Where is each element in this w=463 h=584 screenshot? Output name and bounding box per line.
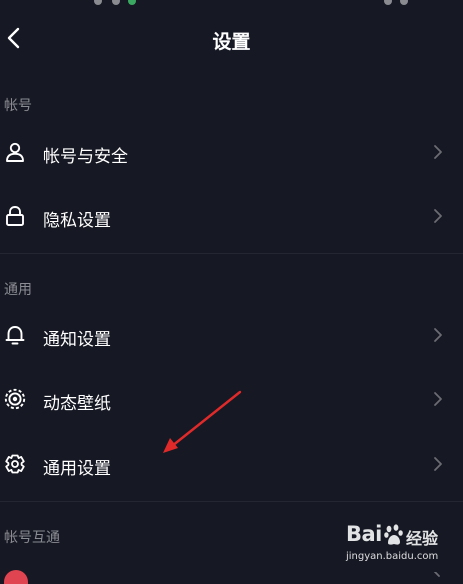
status-icon xyxy=(112,0,120,5)
row-account-security[interactable]: 帐号与安全 xyxy=(0,123,463,181)
watermark-logo: Bai 经验 jingyan.baidu.com xyxy=(344,522,454,568)
chevron-right-icon xyxy=(434,392,442,406)
divider xyxy=(0,501,463,502)
paw-icon xyxy=(384,524,403,545)
row-live-wallpaper[interactable]: 动态壁纸 xyxy=(0,370,463,428)
chevron-right-icon xyxy=(434,209,442,223)
section-title-account: 帐号 xyxy=(4,98,32,114)
gear-icon xyxy=(5,454,25,474)
row-general-settings[interactable]: 通用设置 xyxy=(0,435,463,493)
row-label: 隐私设置 xyxy=(43,211,111,231)
app-icon[interactable] xyxy=(4,570,28,584)
chevron-right-icon xyxy=(434,572,440,577)
row-label: 动态壁纸 xyxy=(43,394,111,414)
status-icon xyxy=(384,0,392,5)
section-title-general: 通用 xyxy=(4,282,32,298)
row-label: 通知设置 xyxy=(43,330,111,350)
row-label: 帐号与安全 xyxy=(43,147,128,167)
wallpaper-icon xyxy=(4,388,26,410)
watermark-url: jingyan.baidu.com xyxy=(346,551,439,562)
chevron-right-icon xyxy=(434,328,442,342)
status-bar xyxy=(0,0,463,6)
row-privacy-settings[interactable]: 隐私设置 xyxy=(0,187,463,245)
watermark-brand: Bai xyxy=(346,522,382,546)
header: 设置 xyxy=(0,18,463,60)
row-notification-settings[interactable]: 通知设置 xyxy=(0,306,463,364)
user-icon xyxy=(6,142,24,162)
chevron-right-icon xyxy=(434,145,442,159)
divider xyxy=(0,253,463,254)
bell-icon xyxy=(5,326,25,345)
section-title-account-linking: 帐号互通 xyxy=(4,530,60,546)
status-icon xyxy=(94,0,102,5)
status-icon xyxy=(128,0,136,5)
chevron-right-icon xyxy=(434,457,442,471)
lock-icon xyxy=(6,206,24,226)
watermark-brand-suffix: 经验 xyxy=(406,529,439,548)
page-title: 设置 xyxy=(212,31,251,53)
status-icon xyxy=(400,0,408,5)
row-label: 通用设置 xyxy=(43,459,111,479)
